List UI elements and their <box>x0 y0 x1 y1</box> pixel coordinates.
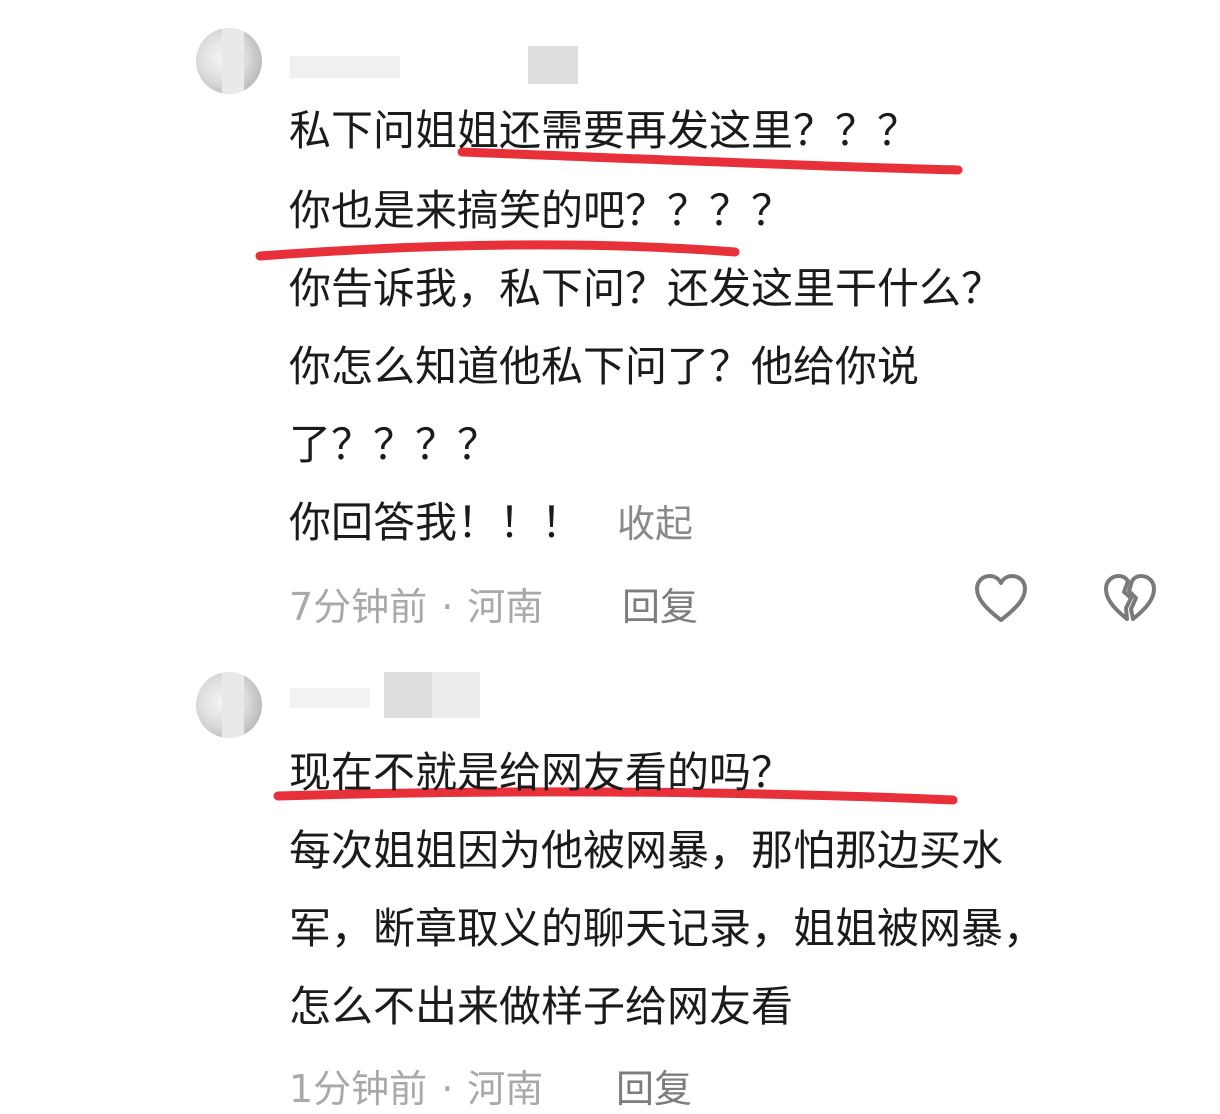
broken-heart-icon[interactable] <box>1103 574 1157 624</box>
comment-text-line: 私下问姐姐还需要再发这里？？？ <box>289 106 920 155</box>
comment-text-line: 了？？？？ <box>289 420 500 469</box>
comment-item: 现在不就是给网友看的吗？ 每次姐姐因为他被网暴，那怕那边买水 军，断章取义的聊天… <box>0 640 1220 1114</box>
meta-separator: · <box>441 585 454 629</box>
comment-text-line: 现在不就是给网友看的吗？ <box>289 748 794 797</box>
comment-text-line: 你告诉我，私下问？还发这里干什么？ <box>289 264 1004 313</box>
timestamp: 7分钟前 <box>289 585 428 629</box>
highlight-underline <box>273 787 958 805</box>
heart-outline-icon[interactable] <box>974 574 1028 624</box>
comment-text-line: 怎么不出来做样子给网友看 <box>289 982 794 1031</box>
location: 河南 <box>467 1067 544 1111</box>
comment-meta: 1分钟前 · 河南 <box>289 1058 543 1113</box>
reply-button[interactable]: 回复 <box>616 1058 692 1113</box>
comment-item: 私下问姐姐还需要再发这里？？？ 你也是来搞笑的吧？？？？ 你告诉我，私下问？还发… <box>0 0 1220 640</box>
comment-text-line: 你也是来搞笑的吧？？？？ <box>289 186 794 235</box>
comment-text-line: 你怎么知道他私下问了？他给你说 <box>289 342 920 391</box>
location: 河南 <box>467 585 544 629</box>
comment-text-line: 每次姐姐因为他被网暴，那怕那边买水 <box>289 826 1004 875</box>
comment-text-line: 军，断章取义的聊天记录，姐姐被网暴， <box>289 904 1046 953</box>
comment-text-line: 你回答我！！！ 收起 <box>289 498 693 549</box>
reply-button[interactable]: 回复 <box>622 576 698 631</box>
collapse-link[interactable]: 收起 <box>617 502 693 546</box>
meta-separator: · <box>441 1067 454 1111</box>
comment-meta: 7分钟前 · 河南 <box>289 576 543 631</box>
comment-text-last: 你回答我！！！ <box>289 498 584 547</box>
timestamp: 1分钟前 <box>289 1067 428 1111</box>
